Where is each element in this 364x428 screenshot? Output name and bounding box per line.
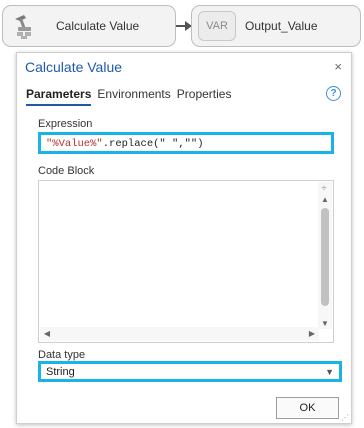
scroll-right-icon[interactable]: ▶ [305, 328, 319, 339]
dialog-tabs: Parameters Environments Properties [26, 87, 237, 106]
tool-node-label: Calculate Value [56, 19, 140, 33]
horizontal-scrollbar[interactable]: ◀ ▶ [40, 327, 319, 341]
resize-grip-icon[interactable]: ⋰ [341, 414, 349, 422]
hammer-tool-icon [8, 9, 42, 43]
close-icon[interactable]: × [334, 59, 342, 74]
scroll-left-icon[interactable]: ◀ [40, 328, 54, 339]
expression-input[interactable]: "%Value%".replace(" ","") [38, 132, 334, 154]
code-block-label: Code Block [38, 165, 95, 177]
scroll-up-icon[interactable]: ▲ [318, 194, 332, 205]
tab-environments[interactable]: Environments [97, 87, 170, 106]
data-type-label: Data type [38, 349, 86, 361]
scroll-thumb[interactable] [321, 208, 329, 306]
calculate-value-tool-node[interactable]: Calculate Value [2, 5, 176, 47]
chevron-down-icon: ▼ [325, 366, 334, 377]
tab-parameters[interactable]: Parameters [26, 87, 92, 106]
code-block-editor[interactable]: ÷ ▲ ▼ ◀ ▶ [38, 180, 334, 343]
output-value-variable-node[interactable]: VAR Output_Value [191, 5, 361, 47]
split-handle-icon[interactable]: ÷ [319, 183, 329, 193]
vertical-scrollbar[interactable]: ÷ ▲ ▼ [318, 182, 332, 329]
help-icon[interactable]: ? [326, 86, 341, 101]
ok-button[interactable]: OK [276, 397, 339, 419]
calculate-value-dialog: Calculate Value × Parameters Environment… [16, 52, 352, 424]
expression-label: Expression [38, 118, 93, 130]
variable-badge: VAR [198, 11, 236, 41]
dialog-title: Calculate Value [25, 59, 123, 75]
tab-properties[interactable]: Properties [177, 87, 232, 106]
data-type-value: String [46, 365, 75, 378]
scroll-down-icon[interactable]: ▼ [318, 318, 332, 329]
variable-node-label: Output_Value [245, 19, 318, 33]
expression-text: .replace(" ","") [102, 138, 204, 150]
expression-variable-token: "%Value%" [46, 138, 103, 150]
data-type-select[interactable]: String ▼ [38, 361, 342, 382]
